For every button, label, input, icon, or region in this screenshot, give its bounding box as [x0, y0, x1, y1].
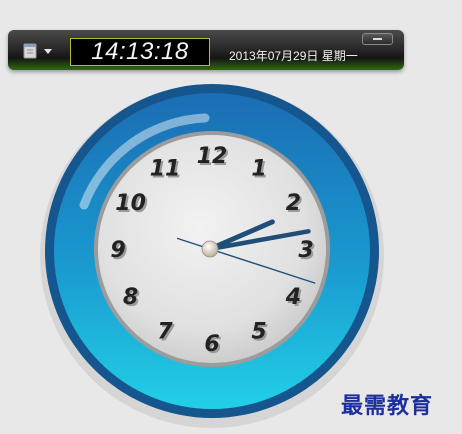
numeral-12: 12: [197, 144, 228, 169]
numeral-4: 4: [285, 285, 301, 310]
watermark-text: 最需教育: [341, 393, 434, 419]
numeral-9: 9: [110, 238, 125, 263]
analog-clock: 121211223344556677889910101111: [40, 84, 384, 428]
numeral-6: 6: [204, 332, 219, 357]
center-pin: [201, 240, 219, 258]
numeral-2: 2: [286, 191, 301, 216]
numeral-8: 8: [123, 285, 138, 310]
numeral-11: 11: [150, 157, 181, 182]
numeral-3: 3: [298, 238, 313, 263]
numeral-7: 7: [157, 319, 173, 344]
numeral-10: 10: [115, 191, 146, 216]
numeral-1: 1: [251, 157, 266, 182]
numeral-5: 5: [251, 319, 266, 344]
